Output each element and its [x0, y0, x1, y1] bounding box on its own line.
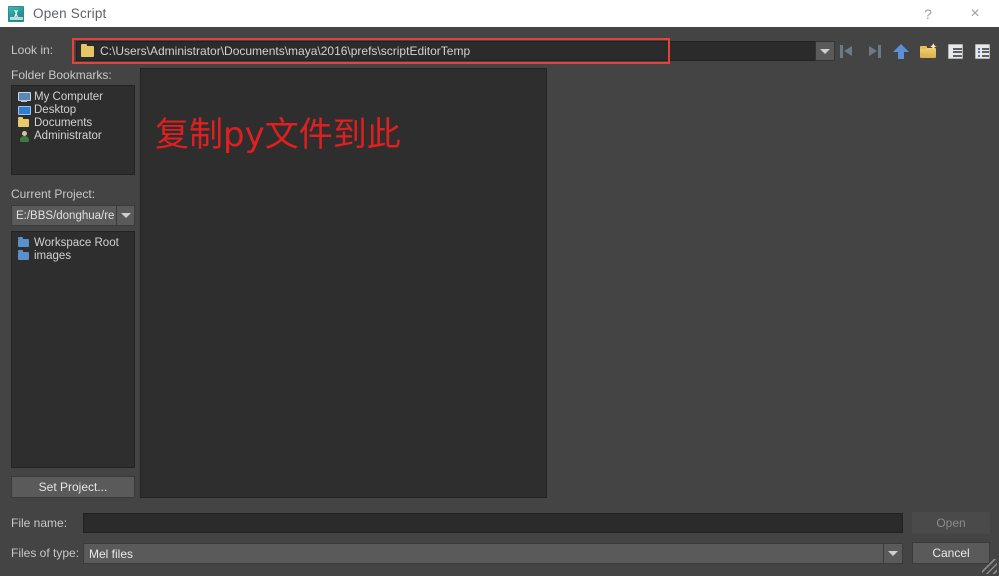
window-controls: ? × [905, 0, 999, 27]
folder-blue-icon [18, 236, 30, 249]
list-view-button[interactable] [946, 42, 964, 60]
path-highlight-box [72, 38, 670, 64]
help-button[interactable]: ? [905, 0, 951, 27]
detail-view-icon [974, 43, 990, 59]
chevron-down-icon[interactable] [883, 543, 903, 564]
look-in-label: Look in: [11, 43, 54, 57]
list-item[interactable]: Workspace Root [15, 236, 131, 249]
bookmark-label: My Computer [34, 90, 104, 103]
detail-view-button[interactable] [973, 42, 991, 60]
chevron-down-icon [820, 48, 830, 54]
set-project-button[interactable]: Set Project... [11, 476, 135, 498]
folder-yellow-icon [18, 116, 30, 129]
project-tree-list[interactable]: Workspace Root images [11, 231, 135, 468]
back-icon [840, 44, 854, 58]
maya-app-icon [8, 5, 24, 22]
folder-bookmarks-list[interactable]: My Computer Desktop Documents Administra… [11, 85, 135, 175]
bookmark-label: Desktop [34, 103, 77, 116]
list-item[interactable]: My Computer [15, 90, 131, 103]
list-item[interactable]: Administrator [15, 129, 131, 142]
file-toolbar: ✦ [838, 39, 991, 63]
list-item[interactable]: Documents [15, 116, 131, 129]
user-icon [18, 130, 30, 142]
parent-directory-icon [893, 43, 909, 59]
list-item[interactable]: Desktop [15, 103, 131, 116]
new-folder-icon: ✦ [919, 42, 938, 59]
current-project-dropdown[interactable]: E:/BBS/donghua/re [11, 205, 135, 226]
back-button[interactable] [838, 42, 856, 60]
files-of-type-value: Mel files [83, 543, 883, 564]
project-item-label: Workspace Root [34, 236, 119, 249]
chevron-down-icon[interactable] [116, 205, 135, 226]
project-item-label: images [34, 249, 72, 262]
open-script-dialog: Open Script ? × Look in: C:\Users\Admini… [0, 0, 999, 576]
bookmark-label: Administrator [34, 129, 102, 142]
file-name-label: File name: [11, 516, 68, 530]
parent-directory-button[interactable] [892, 42, 910, 60]
current-project-label: Current Project: [11, 187, 96, 201]
open-button[interactable]: Open [912, 512, 990, 534]
annotation-text: 复制py文件到此 [155, 115, 401, 155]
desktop-icon [18, 104, 31, 116]
file-list-panel[interactable]: 复制py文件到此 [140, 68, 547, 498]
new-folder-button[interactable]: ✦ [919, 42, 938, 60]
folder-bookmarks-label: Folder Bookmarks: [11, 68, 112, 82]
file-name-input[interactable] [83, 513, 903, 533]
window-title: Open Script [33, 6, 107, 21]
list-view-icon [947, 43, 963, 59]
list-item[interactable]: images [15, 249, 131, 262]
folder-blue-icon [18, 249, 30, 262]
title-bar: Open Script ? × [0, 0, 999, 27]
forward-icon [867, 44, 881, 58]
cancel-button[interactable]: Cancel [912, 542, 990, 564]
files-of-type-dropdown[interactable]: Mel files [83, 543, 903, 564]
close-button[interactable]: × [951, 0, 999, 27]
computer-icon [18, 91, 31, 103]
files-of-type-label: Files of type: [11, 546, 80, 560]
forward-button[interactable] [865, 42, 883, 60]
path-dropdown-button[interactable] [815, 41, 835, 61]
bookmark-label: Documents [34, 116, 93, 129]
current-project-value: E:/BBS/donghua/re [11, 205, 116, 226]
resize-grip[interactable] [982, 559, 997, 574]
